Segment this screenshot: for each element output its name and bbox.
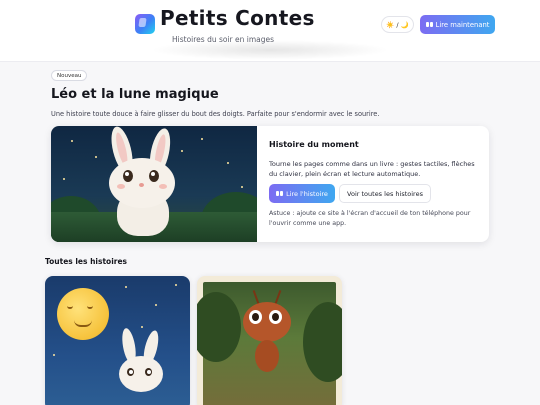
- featured-story-illustration[interactable]: [51, 126, 257, 242]
- new-badge: Nouveau: [51, 70, 88, 81]
- star-icon: [227, 162, 229, 164]
- story-card[interactable]: [45, 276, 190, 405]
- star-icon: [63, 178, 65, 180]
- brand-subtitle: Histoires du soir en images: [172, 35, 275, 44]
- section-title: Toutes les histoires: [45, 257, 128, 266]
- bunny-eye: [145, 368, 152, 376]
- read-now-button[interactable]: Lire maintenant: [420, 15, 495, 34]
- read-story-label: Lire l'histoire: [286, 189, 328, 198]
- star-icon: [175, 284, 177, 286]
- featured-heading: Histoire du moment: [269, 140, 359, 149]
- star-icon: [71, 140, 73, 142]
- all-stories-button[interactable]: Voir toutes les histoires: [339, 184, 431, 203]
- bunny-nose: [139, 183, 144, 187]
- star-icon: [201, 138, 203, 140]
- story-card[interactable]: [197, 276, 342, 405]
- ant-eye: [249, 310, 262, 324]
- moon-illustration: [57, 288, 109, 340]
- ant-eye: [269, 310, 282, 324]
- site-header: Petits Contes Histoires du soir en image…: [0, 0, 540, 62]
- bunny-eye: [149, 170, 159, 182]
- star-icon: [141, 326, 143, 328]
- ant-body: [255, 340, 279, 372]
- star-icon: [125, 286, 127, 288]
- star-icon: [155, 304, 157, 306]
- featured-story-card: Histoire du moment Tourne les pages comm…: [51, 126, 489, 242]
- star-icon: [181, 150, 183, 152]
- ant-illustration: [197, 282, 342, 405]
- star-icon: [95, 156, 97, 158]
- star-icon: [53, 354, 55, 356]
- star-icon: [241, 186, 243, 188]
- theme-toggle-label: ☀️ / 🌙: [386, 20, 409, 29]
- theme-toggle-button[interactable]: ☀️ / 🌙: [381, 16, 414, 33]
- read-story-button[interactable]: Lire l'histoire: [269, 184, 335, 203]
- page-title: Léo et la lune magique: [51, 87, 219, 102]
- book-icon: [276, 191, 284, 196]
- bunny-cheek: [117, 184, 125, 189]
- bunny-cheek: [159, 184, 167, 189]
- book-icon: [425, 22, 433, 27]
- bunny-eye: [123, 170, 133, 182]
- brand-title[interactable]: Petits Contes: [160, 6, 315, 30]
- story-description: Une histoire toute douce à faire glisser…: [51, 110, 380, 118]
- bunny-head: [119, 356, 163, 392]
- logo-icon[interactable]: [135, 14, 155, 34]
- bunny-eye: [127, 368, 134, 376]
- featured-story-body: Histoire du moment Tourne les pages comm…: [269, 126, 484, 242]
- read-now-label: Lire maintenant: [435, 20, 490, 29]
- featured-text: Tourne les pages comme dans un livre : g…: [269, 160, 475, 178]
- all-stories-label: Voir toutes les histoires: [347, 189, 423, 198]
- tip-text: Astuce : ajoute ce site à l'écran d'accu…: [269, 210, 471, 227]
